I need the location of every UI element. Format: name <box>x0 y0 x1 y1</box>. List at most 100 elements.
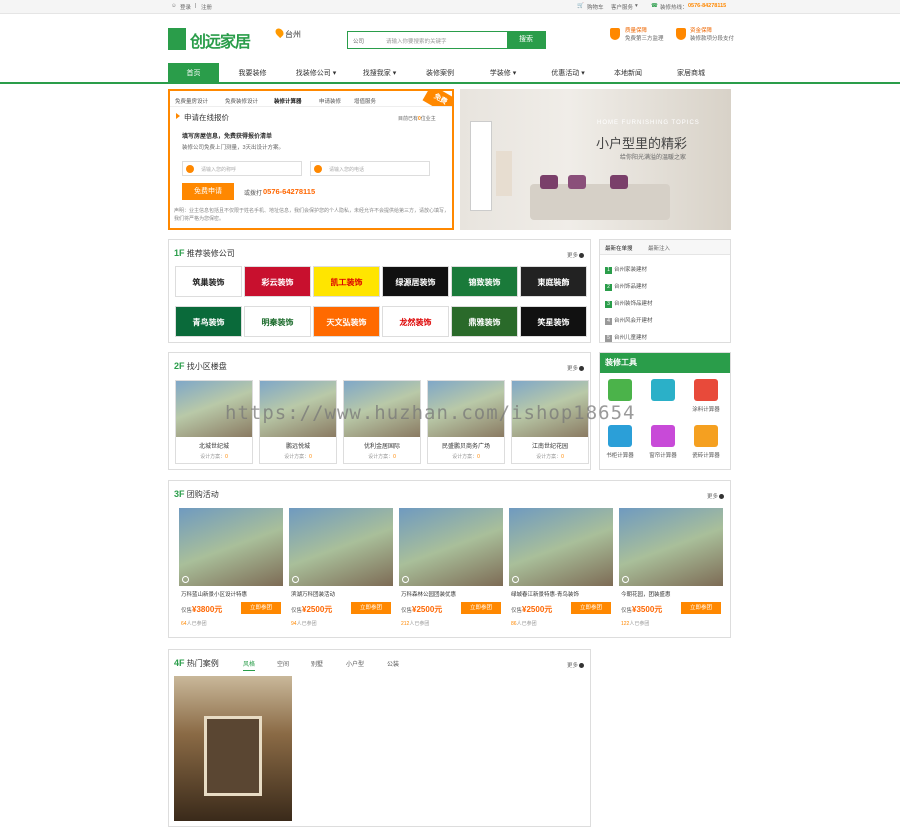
case-tab[interactable]: 别墅 <box>311 659 323 668</box>
arrow-right-icon <box>176 113 180 119</box>
nav-cases[interactable]: 装修案例 <box>414 63 466 84</box>
nav-mall[interactable]: 家居商城 <box>666 63 716 84</box>
join-button[interactable]: 立即参团 <box>351 602 391 614</box>
nav-find-company[interactable]: 找装修公司 ▾ <box>286 63 346 84</box>
case-tab[interactable]: 公装 <box>387 659 399 668</box>
case-tab[interactable]: 小户型 <box>346 659 364 668</box>
join-button[interactable]: 立即参团 <box>681 602 721 614</box>
ranking-item[interactable]: 3 台州装饰品建材 <box>605 299 653 308</box>
logo-icon[interactable] <box>168 28 186 50</box>
calculator-icon[interactable] <box>694 379 718 401</box>
groupbuy-image[interactable] <box>619 508 723 586</box>
case-tab[interactable]: 空间 <box>277 659 289 668</box>
more-link[interactable]: 更多 <box>707 492 725 500</box>
tool-label[interactable]: 瓷砖计算器 <box>689 451 723 459</box>
clock-icon <box>182 576 189 583</box>
ranking-item[interactable]: 4 台州风会开建材 <box>605 316 653 325</box>
clock-icon <box>292 576 299 583</box>
hero-banner[interactable]: HOME FURNISHING TOPICS 小户型里的精彩 给你阳光满溢的温暖… <box>460 89 731 230</box>
tab-newest-search[interactable]: 最新在单搜 <box>605 244 633 252</box>
tool-label[interactable]: 书柜计算器 <box>603 451 637 459</box>
phone-icon: ☎ <box>651 3 658 9</box>
register-link[interactable]: 注册 <box>201 3 212 11</box>
tab-free-design[interactable]: 免费装修设计 <box>225 97 258 105</box>
groupbuy-title[interactable]: 万科蓝山新景小区设计特惠 <box>181 590 283 598</box>
ranking-item[interactable]: 1 台州家装建材 <box>605 265 647 274</box>
company-logo[interactable]: 笑星装饰 <box>520 306 587 337</box>
groupbuy-image[interactable] <box>509 508 613 586</box>
ranking-panel: 最新在单搜 最新注入 1 台州家装建材 2 台州饰品建材 3 台州装饰品建材 4 台州风会开建… <box>599 239 731 343</box>
clock-icon <box>512 576 519 583</box>
company-logo[interactable]: 彩云装饰 <box>244 266 311 297</box>
city-selector[interactable]: 台州 <box>285 29 301 40</box>
nav-news[interactable]: 本地新闻 <box>603 63 653 84</box>
tab-value-added[interactable]: 增值服务 <box>354 97 376 105</box>
calculator-icon[interactable] <box>694 425 718 447</box>
tab-calculator[interactable]: 装修计算器 <box>274 97 302 105</box>
estate-name: 民盛鹏贝商务广场 <box>441 444 490 450</box>
tab-apply[interactable]: 申请装修 <box>319 97 341 105</box>
estate-count: 设计方案：0 <box>536 454 564 460</box>
join-button[interactable]: 立即参团 <box>571 602 611 614</box>
groupbuy-title[interactable]: 万科森林公园团装优惠 <box>401 590 503 598</box>
groupbuy-image[interactable] <box>289 508 393 586</box>
company-logo[interactable]: 青鸟装饰 <box>175 306 242 337</box>
calculator-icon[interactable] <box>651 425 675 447</box>
tab-free-measure[interactable]: 免费量房设计 <box>175 97 208 105</box>
nav-learn[interactable]: 学装修 ▾ <box>478 63 528 84</box>
name-field[interactable]: 请输入您的称呼 <box>182 161 302 176</box>
groupbuy-price: 仅售¥2500元 <box>511 605 553 614</box>
tool-label[interactable]: 涂料计算器 <box>689 405 723 413</box>
ranking-item[interactable]: 5 台州儿童建材 <box>605 333 647 342</box>
company-logo[interactable]: 绿源居装饰 <box>382 266 449 297</box>
case-tab[interactable]: 风格 <box>243 659 256 671</box>
groupbuy-title[interactable]: 绿城春江新景特惠-青鸟装饰 <box>511 590 613 598</box>
cart-link[interactable]: 购物车 <box>587 3 604 11</box>
calculator-icon[interactable] <box>608 425 632 447</box>
company-logo[interactable]: 明秦装饰 <box>244 306 311 337</box>
top-bar: ☺ 登录 | 注册 🛒 购物车 客户服务 ▾ ☎ 装修热线： 0576-8427… <box>0 0 900 14</box>
service-link[interactable]: 客户服务 <box>611 3 633 11</box>
groupbuy-image[interactable] <box>179 508 283 586</box>
joined-count: 64人已参团 <box>181 621 207 627</box>
company-logo[interactable]: 東庭裝飾 <box>520 266 587 297</box>
free-tabs: 免费量房设计 免费装修设计 装修计算器 申请装修 增值服务 免费 <box>170 91 452 107</box>
more-link[interactable]: 更多 <box>567 364 585 372</box>
join-button[interactable]: 立即参团 <box>461 602 501 614</box>
search-button[interactable]: 搜索 <box>507 32 545 48</box>
chevron-down-icon: ▾ <box>635 3 638 9</box>
phone-field[interactable]: 请输入您的电话 <box>310 161 430 176</box>
nav-renovate[interactable]: 我要装修 <box>227 63 278 84</box>
company-logo[interactable]: 龙然装饰 <box>382 306 449 337</box>
nav-promotions[interactable]: 优惠活动 ▾ <box>538 63 598 84</box>
more-link[interactable]: 更多 <box>567 251 585 259</box>
company-logo[interactable]: 天文弘装饰 <box>313 306 380 337</box>
company-logo[interactable]: 筑巢装饰 <box>175 266 242 297</box>
logo-text[interactable]: 创远家居 <box>190 28 251 52</box>
estate-count: 设计方案：0 <box>284 454 312 460</box>
tools-title: 装修工具 <box>600 353 730 373</box>
search-type-select[interactable]: 公司 <box>353 37 364 45</box>
apply-button[interactable]: 免费申请 <box>182 183 234 200</box>
case-image[interactable] <box>174 676 292 821</box>
company-logo[interactable]: 鼎雅装饰 <box>451 306 518 337</box>
company-logo[interactable]: 凯工装饰 <box>313 266 380 297</box>
ranking-item[interactable]: 2 台州饰品建材 <box>605 282 647 291</box>
join-button[interactable]: 立即参团 <box>241 602 281 614</box>
groupbuy-image[interactable] <box>399 508 503 586</box>
calculator-icon[interactable] <box>608 379 632 401</box>
arrow-right-icon <box>579 253 585 258</box>
search-input[interactable]: 请输入你要搜索的关键字 <box>386 37 447 45</box>
groupbuy-title[interactable]: 今朝花园，团装盛惠 <box>621 590 723 598</box>
tool-label[interactable]: 窗帘计算器 <box>646 451 680 459</box>
calculator-icon[interactable] <box>651 379 675 401</box>
groupbuy-title[interactable]: 滨湖万科团装活动 <box>291 590 393 598</box>
more-link[interactable]: 更多 <box>567 661 585 669</box>
nav-home[interactable]: 首页 <box>168 63 219 84</box>
estate-name: 江南世纪花园 <box>531 444 568 450</box>
login-link[interactable]: 登录 <box>180 3 191 11</box>
nav-find-home[interactable]: 找搜我家 ▾ <box>352 63 407 84</box>
company-logo[interactable]: 锦致装饰 <box>451 266 518 297</box>
joined-count: 86人已参团 <box>511 621 537 627</box>
tab-newest-join[interactable]: 最新注入 <box>648 244 670 252</box>
